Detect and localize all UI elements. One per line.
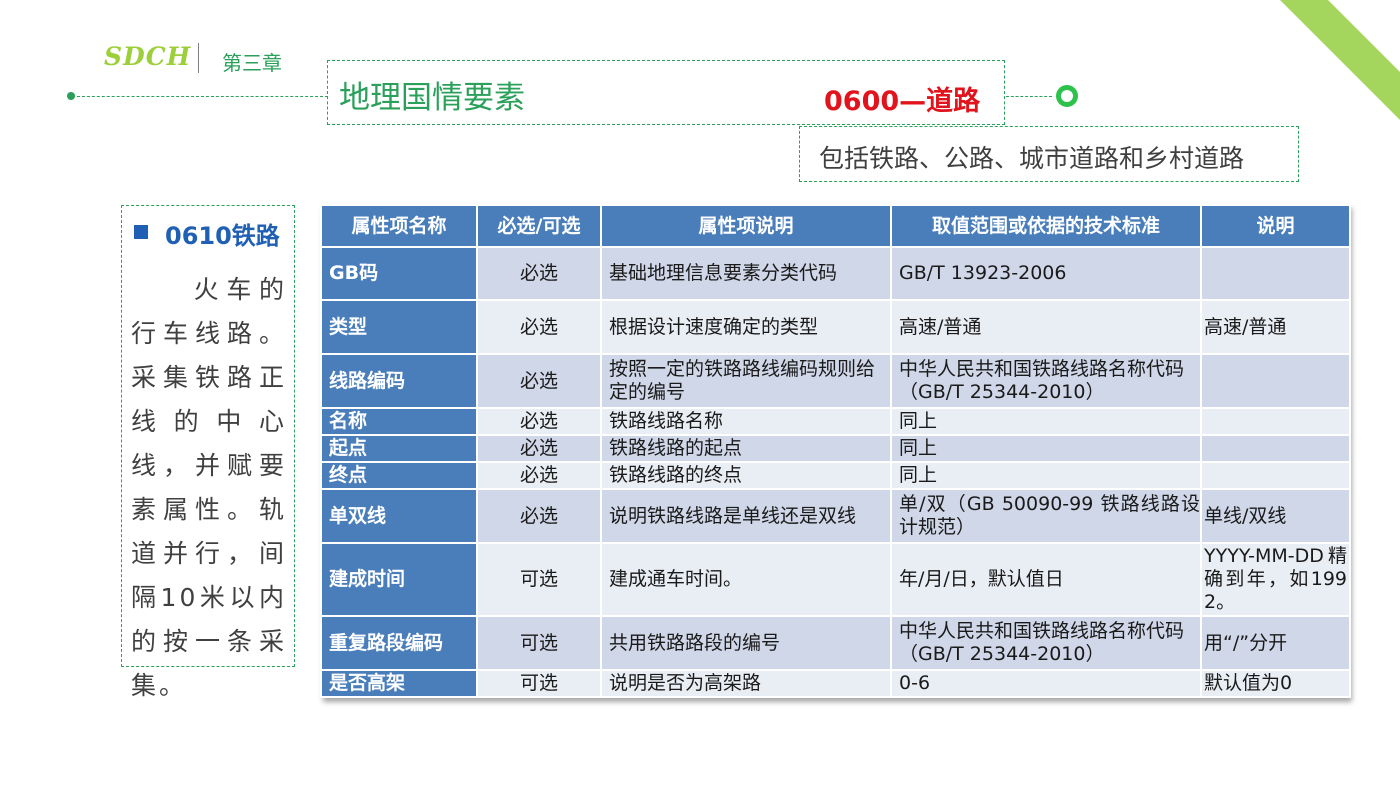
logo-divider xyxy=(198,43,199,73)
attribute-name: 单双线 xyxy=(320,488,478,544)
value-range: 0-6 xyxy=(890,669,1202,698)
attribute-description: 铁路线路的终点 xyxy=(600,461,892,490)
table-row: 类型 必选 根据设计速度确定的类型 高速/普通 高速/普通 xyxy=(320,299,1351,355)
attribute-name: 线路编码 xyxy=(320,353,478,409)
header-dashed-line xyxy=(72,96,328,97)
value-range: 同上 xyxy=(890,434,1202,463)
attribute-description: 根据设计速度确定的类型 xyxy=(600,299,892,355)
attribute-name: 建成时间 xyxy=(320,542,478,617)
table-row: 单双线 必选 说明铁路线路是单线还是双线 单/双（GB 50090-99 铁路线… xyxy=(320,488,1351,544)
table-row: 终点 必选 铁路线路的终点 同上 xyxy=(320,461,1351,490)
square-bullet-icon xyxy=(134,225,148,239)
attribute-name: GB码 xyxy=(320,246,478,301)
chapter-label: 第三章 xyxy=(222,51,282,75)
attribute-description: 说明铁路线路是单线还是双线 xyxy=(600,488,892,544)
column-header: 属性项名称 xyxy=(320,204,478,248)
attribute-description: 铁路线路的起点 xyxy=(600,434,892,463)
attribute-description: 铁路线路名称 xyxy=(600,407,892,436)
column-header: 取值范围或依据的技术标准 xyxy=(890,204,1202,248)
subtitle: 包括铁路、公路、城市道路和乡村道路 xyxy=(819,144,1245,173)
remark: 单线/双线 xyxy=(1200,488,1351,544)
section-description: 火车的行车线路。采集铁路正线的中心线，并赋要素属性。轨道并行，间隔10米以内的按… xyxy=(131,268,287,708)
table-row: 名称 必选 铁路线路名称 同上 xyxy=(320,407,1351,436)
ring-icon xyxy=(1056,85,1078,107)
value-range: 年/月/日，默认值日 xyxy=(890,542,1202,617)
attribute-description: 建成通车时间。 xyxy=(600,542,892,617)
remark xyxy=(1200,461,1351,490)
remark: YYYY-MM-DD精确到年，如1992。 xyxy=(1200,542,1351,617)
sdch-logo: SDCH xyxy=(104,42,192,71)
column-header: 属性项说明 xyxy=(600,204,892,248)
remark: 用“/”分开 xyxy=(1200,615,1351,671)
section-description-text: 火车的行车线路。采集铁路正线的中心线，并赋要素属性。轨道并行，间隔10米以内的按… xyxy=(131,275,287,700)
table-row: 是否高架 可选 说明是否为高架路 0-6 默认值为0 xyxy=(320,669,1351,698)
value-range: GB/T 13923-2006 xyxy=(890,246,1202,301)
title-connector-line xyxy=(1006,96,1052,97)
value-range: 同上 xyxy=(890,461,1202,490)
required-flag: 可选 xyxy=(476,615,602,671)
remark: 默认值为0 xyxy=(1200,669,1351,698)
required-flag: 必选 xyxy=(476,407,602,436)
table-row: 线路编码 必选 按照一定的铁路路线编码规则给定的编号 中华人民共和国铁路线路名称… xyxy=(320,353,1351,409)
attribute-description: 按照一定的铁路路线编码规则给定的编号 xyxy=(600,353,892,409)
remark xyxy=(1200,246,1351,301)
required-flag: 必选 xyxy=(476,299,602,355)
value-range: 同上 xyxy=(890,407,1202,436)
attribute-description: 共用铁路路段的编号 xyxy=(600,615,892,671)
required-flag: 必选 xyxy=(476,488,602,544)
table-row: GB码 必选 基础地理信息要素分类代码 GB/T 13923-2006 xyxy=(320,246,1351,301)
required-flag: 必选 xyxy=(476,246,602,301)
page-title: 地理国情要素 xyxy=(339,80,525,116)
table-row: 重复路段编码 可选 共用铁路路段的编号 中华人民共和国铁路线路名称代码（GB/T… xyxy=(320,615,1351,671)
remark xyxy=(1200,353,1351,409)
required-flag: 可选 xyxy=(476,542,602,617)
required-flag: 必选 xyxy=(476,353,602,409)
value-range: 中华人民共和国铁路线路名称代码（GB/T 25344-2010） xyxy=(890,353,1202,409)
remark xyxy=(1200,434,1351,463)
attribute-name: 终点 xyxy=(320,461,478,490)
value-range: 高速/普通 xyxy=(890,299,1202,355)
table-row: 起点 必选 铁路线路的起点 同上 xyxy=(320,434,1351,463)
attribute-description: 基础地理信息要素分类代码 xyxy=(600,246,892,301)
required-flag: 必选 xyxy=(476,461,602,490)
value-range: 单/双（GB 50090-99 铁路线路设计规范） xyxy=(890,488,1202,544)
attribute-description: 说明是否为高架路 xyxy=(600,669,892,698)
attribute-name: 类型 xyxy=(320,299,478,355)
category-code: 0600—道路 xyxy=(824,86,981,117)
column-header: 说明 xyxy=(1200,204,1351,248)
attribute-name: 是否高架 xyxy=(320,669,478,698)
remark xyxy=(1200,407,1351,436)
attribute-table: 属性项名称 必选/可选 属性项说明 取值范围或依据的技术标准 说明 GB码 必选… xyxy=(320,204,1351,698)
table-row: 建成时间 可选 建成通车时间。 年/月/日，默认值日 YYYY-MM-DD精确到… xyxy=(320,542,1351,617)
value-range: 中华人民共和国铁路线路名称代码（GB/T 25344-2010） xyxy=(890,615,1202,671)
section-title: 0610铁路 xyxy=(165,222,280,250)
table-header-row: 属性项名称 必选/可选 属性项说明 取值范围或依据的技术标准 说明 xyxy=(320,204,1351,248)
attribute-name: 名称 xyxy=(320,407,478,436)
remark: 高速/普通 xyxy=(1200,299,1351,355)
attribute-name: 重复路段编码 xyxy=(320,615,478,671)
column-header: 必选/可选 xyxy=(476,204,602,248)
required-flag: 可选 xyxy=(476,669,602,698)
attribute-name: 起点 xyxy=(320,434,478,463)
required-flag: 必选 xyxy=(476,434,602,463)
